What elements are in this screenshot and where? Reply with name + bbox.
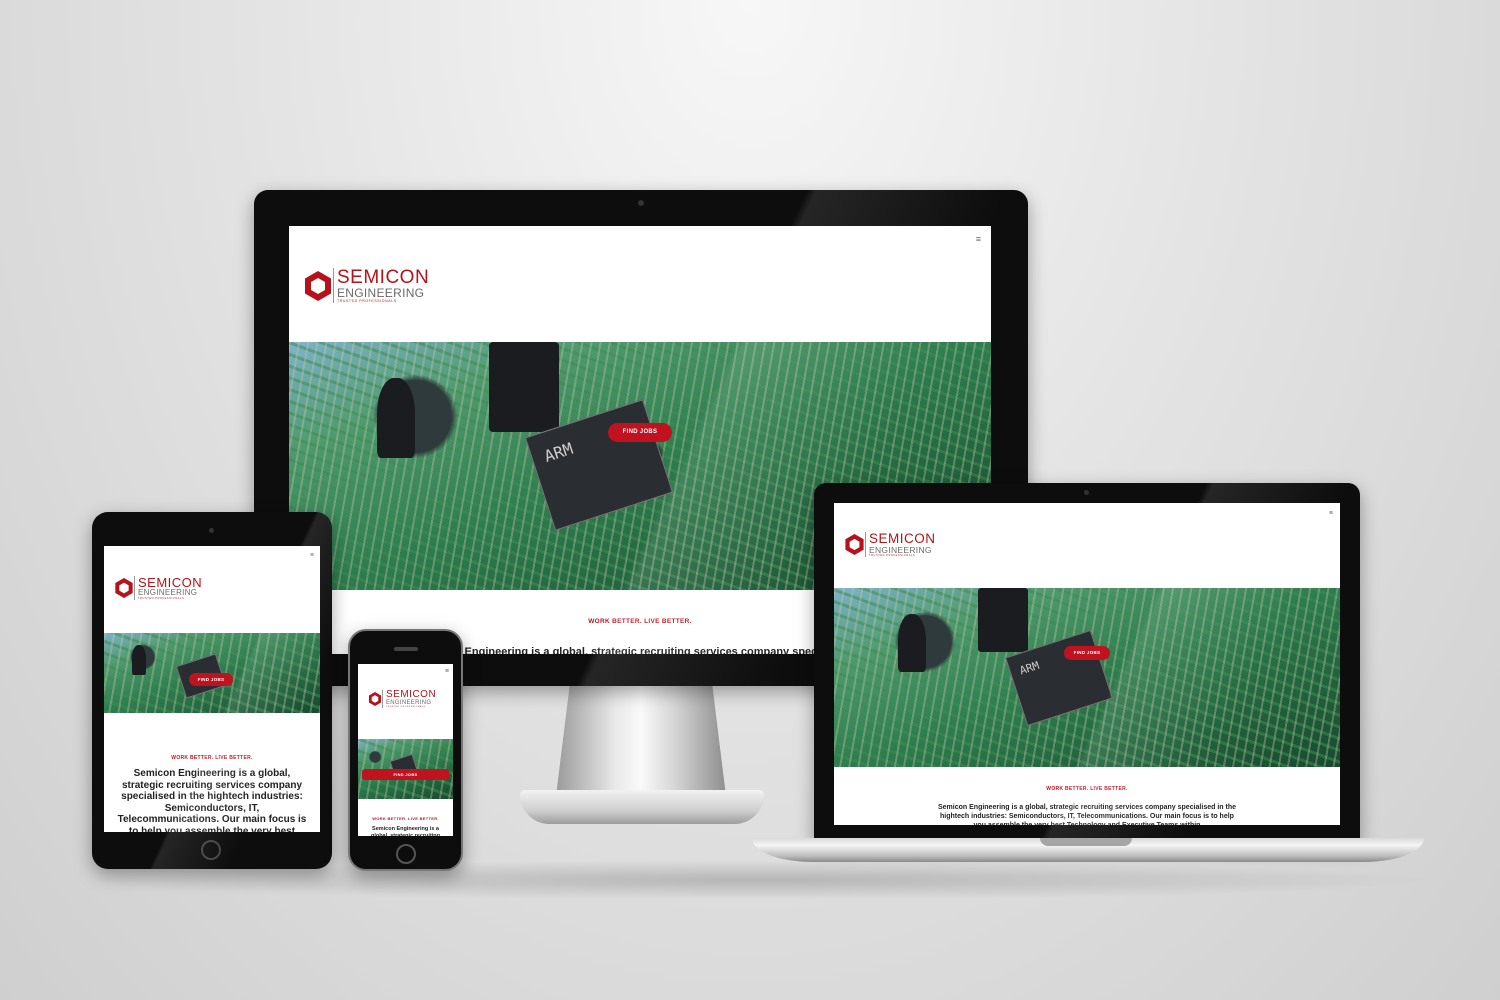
find-jobs-button[interactable]: FIND JOBS <box>608 423 672 442</box>
chip-marking: ARM <box>1017 658 1041 678</box>
logo[interactable]: SEMICON ENGINEERING TRUSTED PROFESSIONAL… <box>303 267 430 304</box>
hero-image: ARM <box>834 588 1340 767</box>
logo[interactable]: SEMICON ENGINEERING TRUSTED PROFESSIONAL… <box>114 576 202 600</box>
logo-hexagon-icon <box>845 534 864 555</box>
website: ≡ SEMICON ENGINEERING TRUSTED PROFESSION… <box>834 503 1340 825</box>
logo-text: SEMICON ENGINEERING TRUSTED PROFESSIONAL… <box>333 267 430 304</box>
logo-text: SEMICON ENGINEERING TRUSTED PROFESSIONAL… <box>382 689 437 709</box>
website: ≡ SEMICON ENGINEERING TRUSTED PROFESSION… <box>358 664 453 836</box>
logo-engineering: ENGINEERING <box>337 286 425 300</box>
hamburger-icon[interactable]: ≡ <box>976 235 981 244</box>
hamburger-icon[interactable]: ≡ <box>310 552 314 559</box>
logo-semicon: SEMICON <box>386 689 437 700</box>
camera-icon <box>209 528 214 533</box>
tagline: WORK BETTER. LIVE BETTER. <box>171 755 253 761</box>
monitor-stand-base <box>520 790 764 824</box>
hero-component <box>978 588 1028 652</box>
find-jobs-button[interactable]: FIND JOBS <box>362 769 449 780</box>
home-button[interactable] <box>396 844 416 864</box>
find-jobs-button[interactable]: FIND JOBS <box>1064 646 1110 660</box>
tagline: WORK BETTER. LIVE BETTER. <box>1046 786 1128 792</box>
tablet: ≡ SEMICON ENGINEERING TRUSTED PROFESSION… <box>92 512 332 869</box>
logo[interactable]: SEMICON ENGINEERING TRUSTED PROFESSIONAL… <box>368 689 437 709</box>
logo-hexagon-icon <box>305 270 331 301</box>
logo-tagline: TRUSTED PROFESSIONALS <box>386 706 426 708</box>
website: ≡ SEMICON ENGINEERING TRUSTED PROFESSION… <box>104 546 320 832</box>
logo-semicon: SEMICON <box>869 531 936 546</box>
phone: ≡ SEMICON ENGINEERING TRUSTED PROFESSION… <box>348 629 463 871</box>
logo-hexagon-icon <box>368 692 382 707</box>
logo-engineering: ENGINEERING <box>138 588 198 597</box>
logo-semicon: SEMICON <box>337 267 430 288</box>
hero-knob <box>132 645 146 675</box>
hero-component <box>489 342 559 432</box>
laptop-screen: ≡ SEMICON ENGINEERING TRUSTED PROFESSION… <box>834 503 1340 825</box>
description: Semicon Engineering is a global, strateg… <box>370 826 441 836</box>
logo-text: SEMICON ENGINEERING TRUSTED PROFESSIONAL… <box>865 532 936 557</box>
hamburger-icon[interactable]: ≡ <box>1329 510 1333 517</box>
logo-tagline: TRUSTED PROFESSIONALS <box>138 597 185 600</box>
chip-marking: ARM <box>541 438 576 466</box>
camera-icon <box>1084 490 1089 495</box>
speaker-icon <box>394 647 418 651</box>
tablet-screen: ≡ SEMICON ENGINEERING TRUSTED PROFESSION… <box>104 546 320 832</box>
hamburger-icon[interactable]: ≡ <box>445 668 449 675</box>
monitor-stand <box>556 686 726 796</box>
description: Semicon Engineering is a global, strateg… <box>938 804 1236 825</box>
logo-hexagon-icon <box>115 578 133 598</box>
logo[interactable]: SEMICON ENGINEERING TRUSTED PROFESSIONAL… <box>844 532 936 557</box>
logo-text: SEMICON ENGINEERING TRUSTED PROFESSIONAL… <box>134 576 202 600</box>
laptop: ≡ SEMICON ENGINEERING TRUSTED PROFESSION… <box>814 483 1360 843</box>
hero-knob <box>898 614 926 672</box>
logo-tagline: TRUSTED PROFESSIONALS <box>869 554 916 557</box>
description: Semicon Engineering is a global, strateg… <box>117 768 307 832</box>
camera-icon <box>638 200 644 206</box>
home-button[interactable] <box>201 840 221 860</box>
logo-tagline: TRUSTED PROFESSIONALS <box>337 299 397 303</box>
laptop-notch <box>1040 838 1132 846</box>
find-jobs-button[interactable]: FIND JOBS <box>189 673 233 686</box>
logo-engineering: ENGINEERING <box>869 544 932 555</box>
hero-knob <box>377 378 415 458</box>
phone-screen: ≡ SEMICON ENGINEERING TRUSTED PROFESSION… <box>358 664 453 836</box>
tagline: WORK BETTER. LIVE BETTER. <box>372 816 439 821</box>
